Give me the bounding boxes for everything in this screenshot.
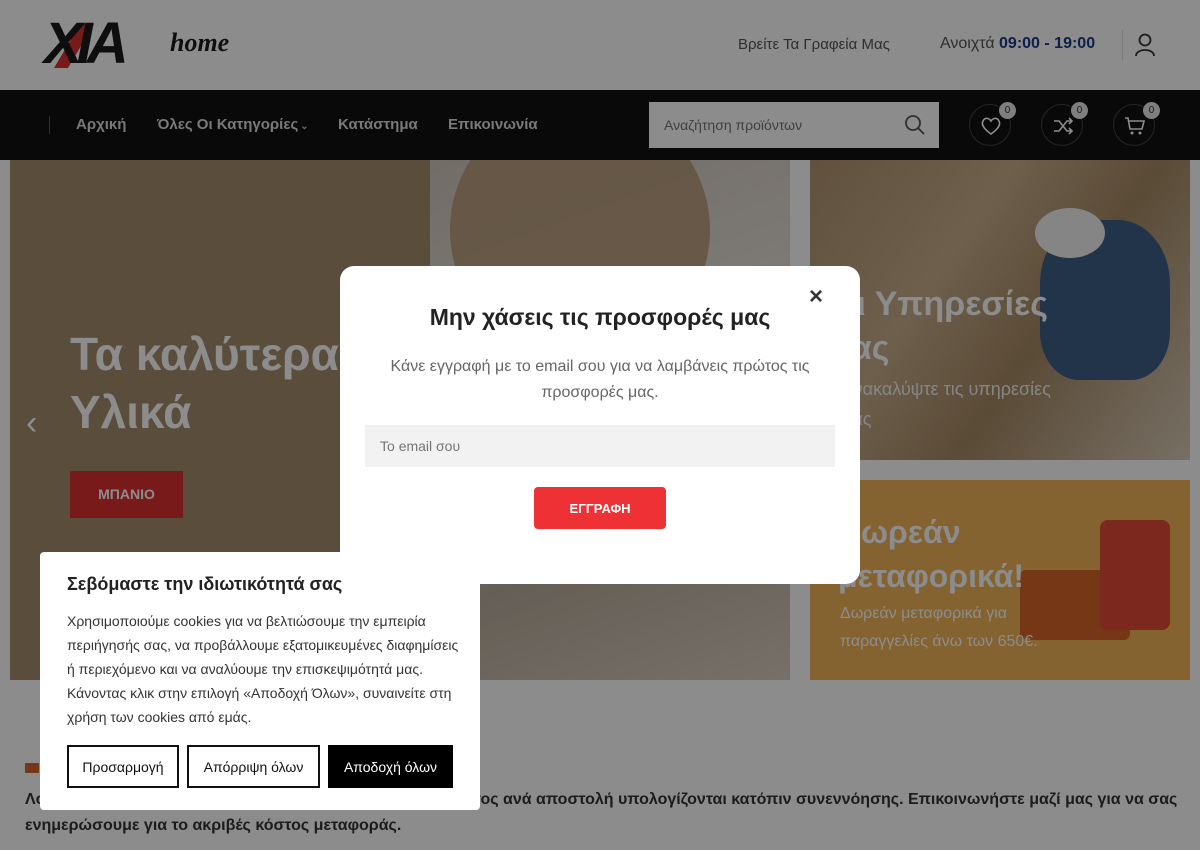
cookie-reject-button[interactable]: Απόρριψη όλων — [187, 745, 320, 788]
cookie-customize-button[interactable]: Προσαρμογή — [67, 745, 179, 788]
cookie-description: Χρησιμοποιούμε cookies για να βελτιώσουμ… — [67, 613, 459, 725]
email-field[interactable] — [365, 425, 835, 467]
popup-description: Κάνε εγγραφή με το email σου για να λαμβ… — [390, 358, 810, 401]
popup-title: Μην χάσεις τις προσφορές μας — [429, 304, 771, 330]
newsletter-popup: × Μην χάσεις τις προσφορές μας Κάνε εγγρ… — [340, 266, 860, 584]
subscribe-button[interactable]: ΕΓΓΡΑΦΗ — [534, 487, 666, 529]
cookie-title: Σεβόμαστε την ιδιωτικότητά σας — [67, 574, 343, 594]
cookie-accept-button[interactable]: Αποδοχή όλων — [328, 745, 453, 788]
cookie-consent-banner: Σεβόμαστε την ιδιωτικότητά σας Χρησιμοπο… — [40, 552, 480, 810]
